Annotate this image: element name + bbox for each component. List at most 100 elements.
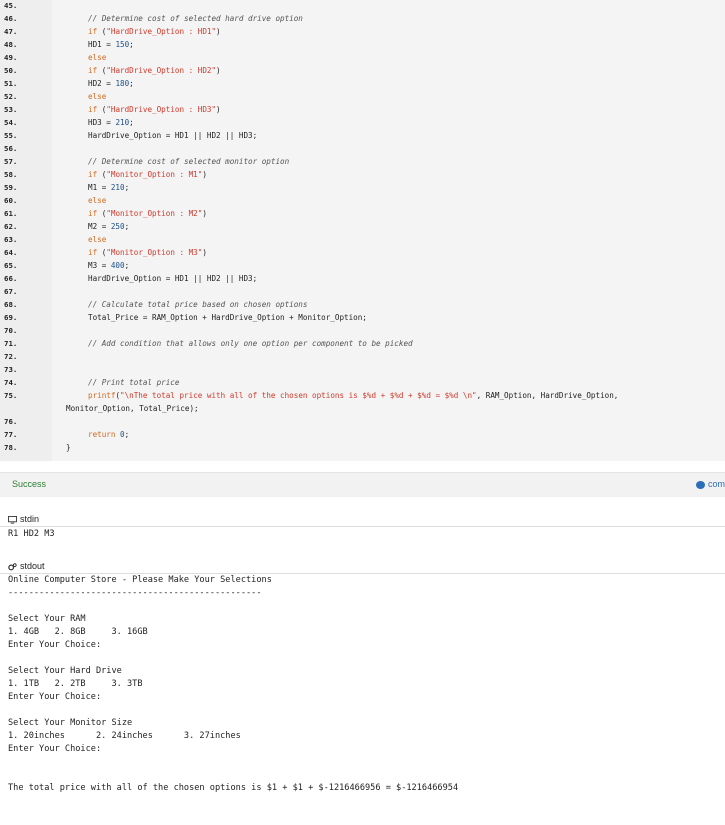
line-number: 45. — [4, 1, 18, 10]
code-token: ) — [216, 66, 221, 75]
stdout-line: ----------------------------------------… — [8, 588, 262, 598]
status-success: Success — [12, 479, 47, 489]
line-number: 52. — [4, 92, 18, 101]
code-token: else — [88, 92, 107, 101]
code-line: 75. printf("\nThe total price with all of… — [0, 389, 725, 402]
code-token: "\nThe total price with all of the chose… — [120, 391, 477, 400]
stdout-header: stdout — [8, 561, 45, 571]
code-text: // Add condition that allows only one op… — [88, 337, 413, 350]
stdout-title: stdout — [20, 561, 45, 571]
code-text: else — [88, 90, 106, 103]
line-number: 71. — [4, 339, 18, 348]
code-token: HD3 = — [88, 118, 116, 127]
code-line: 61. if ("Monitor_Option : M2") — [0, 207, 725, 220]
code-line: 76. — [0, 415, 725, 428]
code-token: if — [88, 105, 98, 114]
line-number: 61. — [4, 209, 18, 218]
code-token: ( — [97, 248, 107, 257]
line-number: 78. — [4, 443, 18, 452]
code-token: "Monitor_Option : M2" — [106, 209, 203, 218]
line-number: 65. — [4, 261, 18, 270]
code-text: } — [66, 441, 71, 454]
code-line: 51. HD2 = 180; — [0, 77, 725, 90]
line-number: 66. — [4, 274, 18, 283]
code-text: if ("HardDrive_Option : HD3") — [88, 103, 221, 116]
line-number: 60. — [4, 196, 18, 205]
line-number: 56. — [4, 144, 18, 153]
stdout-line: Enter Your Choice: — [8, 640, 102, 650]
code-text: HardDrive_Option = HD1 || HD2 || HD3; — [88, 272, 257, 285]
code-token: 150 — [115, 40, 130, 49]
code-line: 45. — [0, 0, 725, 12]
code-token: // Add condition that allows only one op… — [88, 339, 413, 348]
line-number: 58. — [4, 170, 18, 179]
line-number: 74. — [4, 378, 18, 387]
code-line: 47. if ("HardDrive_Option : HD1") — [0, 25, 725, 38]
code-line: 67. — [0, 285, 725, 298]
code-token: ( — [97, 66, 107, 75]
line-number: 59. — [4, 183, 18, 192]
line-number: 72. — [4, 352, 18, 361]
stdin-value: R1 HD2 M3 — [8, 529, 55, 539]
code-token: M3 = — [88, 261, 111, 270]
code-line: 57. // Determine cost of selected monitor… — [0, 155, 725, 168]
code-token: printf — [88, 391, 116, 400]
code-token: HardDrive_Option = HD1 || HD2 || HD3; — [88, 274, 258, 283]
line-number: 68. — [4, 300, 18, 309]
code-text: HD1 = 150; — [88, 38, 134, 51]
line-number: 76. — [4, 417, 18, 426]
line-number: 46. — [4, 14, 18, 23]
code-text: HardDrive_Option = HD1 || HD2 || HD3; — [88, 129, 257, 142]
code-token: ( — [97, 170, 107, 179]
stdout-line: Enter Your Choice: — [8, 744, 102, 754]
code-line: 72. — [0, 350, 725, 363]
code-text: // Determine cost of selected hard drive… — [88, 12, 303, 25]
code-token: 250 — [110, 222, 125, 231]
line-number: 70. — [4, 326, 18, 335]
stdout-divider — [0, 573, 725, 574]
code-text: Monitor_Option, Total_Price); — [66, 402, 199, 415]
code-token: 210 — [110, 183, 125, 192]
comments-link[interactable]: com — [695, 479, 725, 489]
stdout-line: Enter Your Choice: — [8, 692, 102, 702]
line-number: 64. — [4, 248, 18, 257]
code-line: 63. else — [0, 233, 725, 246]
code-line: Monitor_Option, Total_Price); — [0, 402, 725, 415]
code-token: // Print total price — [88, 378, 180, 387]
line-number: 47. — [4, 27, 18, 36]
code-token: ) — [202, 248, 207, 257]
code-token: 400 — [110, 261, 125, 270]
code-token: ) — [216, 105, 221, 114]
code-token: HD1 = — [88, 40, 116, 49]
line-number: 48. — [4, 40, 18, 49]
code-line: 55. HardDrive_Option = HD1 || HD2 || HD3; — [0, 129, 725, 142]
code-text: M2 = 250; — [88, 220, 129, 233]
line-number: 49. — [4, 53, 18, 62]
code-token: "Monitor_Option : M3" — [106, 248, 203, 257]
code-token: ; — [124, 222, 130, 231]
stdout-line: Online Computer Store - Please Make Your… — [8, 575, 272, 585]
line-number: 67. — [4, 287, 18, 296]
code-line: 64. if ("Monitor_Option : M3") — [0, 246, 725, 259]
line-number: 54. — [4, 118, 18, 127]
code-token: ; — [129, 79, 134, 88]
line-number: 69. — [4, 313, 18, 322]
code-token: "HardDrive_Option : HD3" — [106, 105, 217, 114]
line-number: 50. — [4, 66, 18, 75]
code-text: HD3 = 210; — [88, 116, 134, 129]
code-token: } — [66, 443, 71, 452]
code-token: return — [88, 430, 116, 439]
code-line: 46. // Determine cost of selected hard dr… — [0, 12, 725, 25]
code-token: ) — [202, 209, 207, 218]
code-text: else — [88, 233, 106, 246]
stdin-divider — [0, 526, 725, 527]
stdin-header: stdin — [8, 514, 39, 524]
code-token: ; — [129, 118, 134, 127]
code-token: ) — [202, 170, 207, 179]
line-number: 63. — [4, 235, 18, 244]
code-token: ( — [97, 209, 107, 218]
comment-icon — [695, 480, 705, 489]
code-line: 65. M3 = 400; — [0, 259, 725, 272]
line-number: 73. — [4, 365, 18, 374]
stdout-line: The total price with all of the chosen o… — [8, 783, 459, 793]
